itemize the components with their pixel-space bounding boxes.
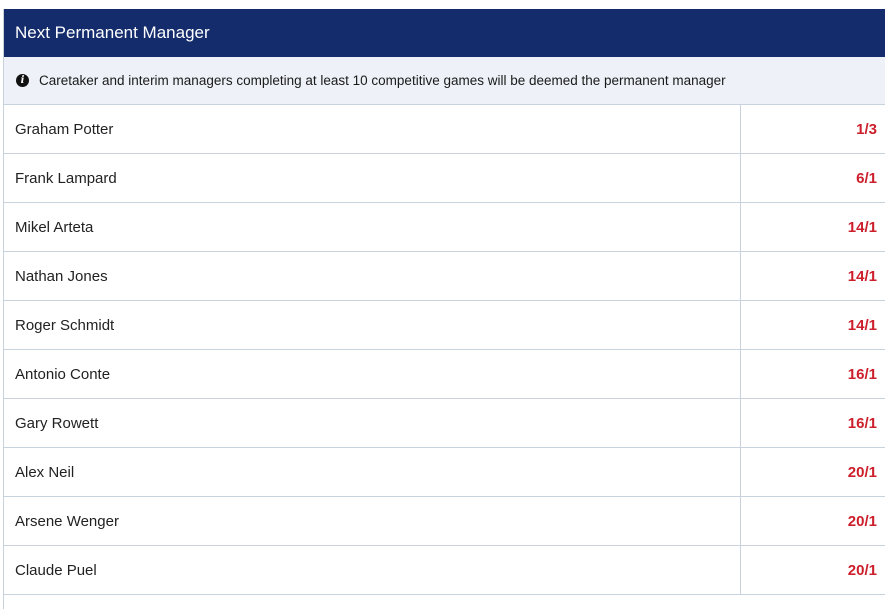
selection-row: Antonio Conte 16/1 — [4, 350, 885, 399]
selection-name: Nathan Jones — [4, 252, 741, 300]
odds-button[interactable]: 6/1 — [741, 154, 885, 202]
info-text: Caretaker and interim managers completin… — [39, 73, 726, 88]
selection-name: Mikel Arteta — [4, 203, 741, 251]
selection-name: Roger Schmidt — [4, 301, 741, 349]
selection-name: Gary Rowett — [4, 399, 741, 447]
selection-name: Claude Puel — [4, 546, 741, 594]
odds-button[interactable]: 14/1 — [741, 301, 885, 349]
selection-row: Gary Rowett 16/1 — [4, 399, 885, 448]
selection-name: Arsene Wenger — [4, 497, 741, 545]
odds-button[interactable]: 20/1 — [741, 546, 885, 594]
selection-row: Mikel Arteta 14/1 — [4, 203, 885, 252]
odds-button[interactable]: 14/1 — [741, 203, 885, 251]
selection-row: Nathan Jones 14/1 — [4, 252, 885, 301]
selection-name: Alex Neil — [4, 448, 741, 496]
odds-button[interactable]: 1/3 — [741, 105, 885, 153]
selection-name: Antonio Conte — [4, 350, 741, 398]
selection-name: Frank Lampard — [4, 154, 741, 202]
odds-button[interactable]: 16/1 — [741, 399, 885, 447]
selection-row: Frank Lampard 6/1 — [4, 154, 885, 203]
odds-button[interactable]: 20/1 — [741, 497, 885, 545]
odds-button[interactable]: 14/1 — [741, 252, 885, 300]
selection-row: Arsene Wenger 20/1 — [4, 497, 885, 546]
selection-row: Claude Puel 20/1 — [4, 546, 885, 595]
selection-row: Graham Potter 1/3 — [4, 105, 885, 154]
info-icon: i — [16, 74, 29, 87]
odds-button[interactable]: 20/1 — [741, 448, 885, 496]
info-banner: i Caretaker and interim managers complet… — [4, 57, 885, 105]
selection-list: Graham Potter 1/3 Frank Lampard 6/1 Mikel Ar… — [4, 105, 885, 595]
selection-name: Graham Potter — [4, 105, 741, 153]
selection-row: Alex Neil 20/1 — [4, 448, 885, 497]
odds-button[interactable]: 16/1 — [741, 350, 885, 398]
selection-row: Roger Schmidt 14/1 — [4, 301, 885, 350]
betting-market: Next Permanent Manager i Caretaker and i… — [3, 9, 885, 609]
market-title: Next Permanent Manager — [4, 9, 885, 57]
